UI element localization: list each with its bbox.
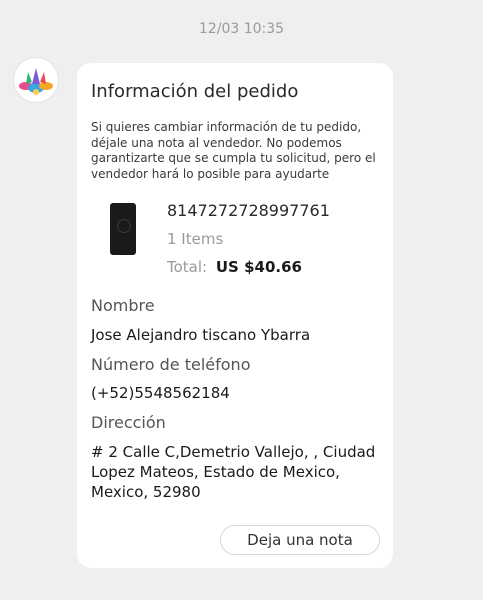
total-value: US $40.66 xyxy=(215,258,302,276)
leave-note-button[interactable]: Deja una nota xyxy=(220,525,380,555)
card-title: Información del pedido xyxy=(91,81,299,102)
order-number: 8147272728997761 xyxy=(167,201,330,220)
name-value: Jose Alejandro tiscano Ybarra xyxy=(91,326,311,344)
items-count: 1 Items xyxy=(167,230,224,248)
card-description: Si quieres cambiar información de tu ped… xyxy=(91,120,376,181)
phone-label: Número de teléfono xyxy=(91,355,251,374)
phone-value: (+52)5548562184 xyxy=(91,384,230,402)
order-total: Total: US $40.66 xyxy=(167,258,302,276)
total-label: Total: xyxy=(167,258,208,276)
product-image[interactable] xyxy=(110,203,136,255)
address-value: # 2 Calle C,Demetrio Vallejo, , Ciudad L… xyxy=(91,443,376,501)
message-timestamp: 12/03 10:35 xyxy=(198,21,285,37)
product-lens-icon xyxy=(117,219,131,233)
order-info-card: Información del pedido Si quieres cambia… xyxy=(77,63,393,568)
name-label: Nombre xyxy=(91,296,155,315)
seller-avatar[interactable] xyxy=(14,58,58,102)
address-label: Dirección xyxy=(91,413,166,432)
seller-logo-icon xyxy=(19,68,53,95)
